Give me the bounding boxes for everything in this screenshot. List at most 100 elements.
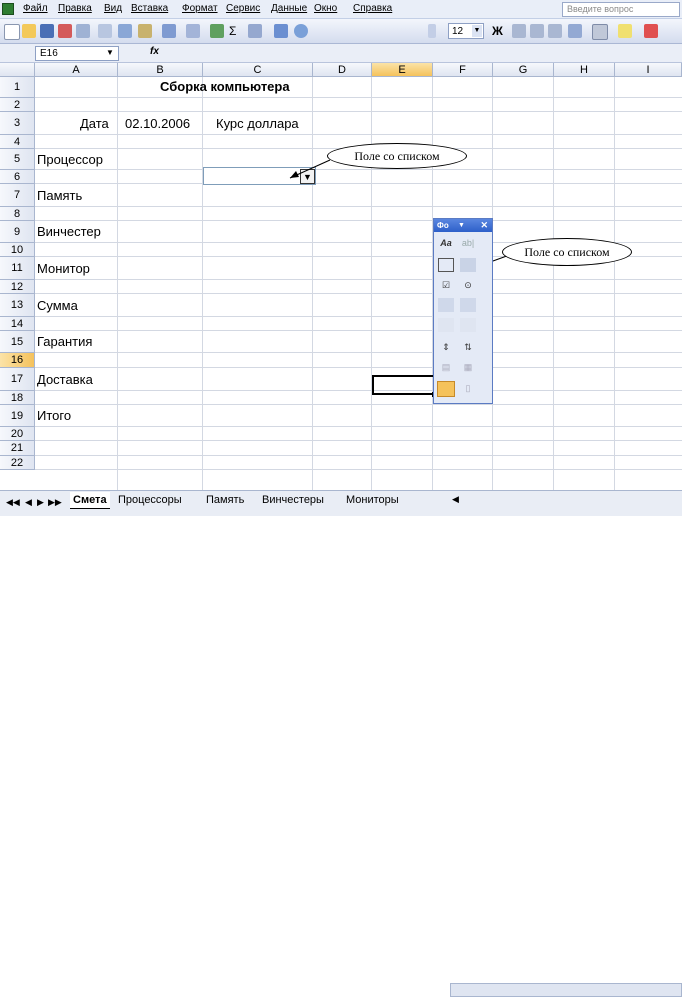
select-all-corner[interactable]: [0, 63, 35, 77]
align-left-icon[interactable]: [512, 24, 526, 38]
cell-a3-date-label[interactable]: Дата: [80, 116, 109, 131]
hyperlink-icon[interactable]: [210, 24, 224, 38]
cell-a13-sum[interactable]: Сумма: [37, 298, 78, 313]
borders-icon[interactable]: [592, 24, 608, 40]
row-header-16[interactable]: 16: [0, 353, 35, 368]
group-box-icon[interactable]: [438, 258, 454, 272]
print-preview-icon[interactable]: [98, 24, 112, 38]
save-icon[interactable]: [40, 24, 54, 38]
column-header-b[interactable]: B: [118, 63, 203, 77]
menu-tools[interactable]: Сервис: [226, 3, 260, 14]
print-icon[interactable]: [76, 24, 90, 38]
ask-question-input[interactable]: Введите вопрос: [562, 2, 680, 17]
cell-a7-memory[interactable]: Память: [37, 188, 82, 203]
align-center-icon[interactable]: [530, 24, 544, 38]
sheet-tab-hdds[interactable]: Винчестеры: [262, 492, 324, 508]
horizontal-scrollbar[interactable]: [450, 983, 682, 997]
prev-sheet-icon[interactable]: ◀: [25, 497, 32, 508]
sort-ascending-icon[interactable]: [248, 24, 262, 38]
toggle-grid-icon[interactable]: [437, 381, 455, 397]
row-header-13[interactable]: 13: [0, 294, 35, 317]
column-header-h[interactable]: H: [554, 63, 615, 77]
sheet-tab-processors[interactable]: Процессоры: [118, 492, 182, 508]
sheet-tab-smeta[interactable]: Смета: [70, 492, 110, 509]
format-painter-icon[interactable]: [162, 24, 176, 38]
row-header-6[interactable]: 6: [0, 170, 35, 184]
new-icon[interactable]: [4, 24, 20, 40]
button-control-icon[interactable]: [460, 258, 476, 272]
align-right-icon[interactable]: [548, 24, 562, 38]
menu-file[interactable]: Файл: [23, 3, 48, 14]
list-box-icon[interactable]: [438, 298, 454, 312]
font-size-select[interactable]: 12 ▼: [448, 23, 484, 39]
checkbox-icon[interactable]: ☑: [438, 278, 454, 292]
selected-cell-e16[interactable]: [372, 375, 435, 395]
row-header-3[interactable]: 3: [0, 112, 35, 135]
row-header-22[interactable]: 22: [0, 456, 35, 470]
menu-help[interactable]: Справка: [353, 3, 392, 14]
cell-b3-date-value[interactable]: 02.10.2006: [125, 116, 190, 131]
fx-icon[interactable]: fx: [150, 46, 159, 57]
chart-wizard-icon[interactable]: [274, 24, 288, 38]
row-header-14[interactable]: 14: [0, 317, 35, 331]
first-sheet-icon[interactable]: ◀◀: [6, 497, 20, 508]
row-header-12[interactable]: 12: [0, 280, 35, 294]
open-icon[interactable]: [22, 24, 36, 38]
cell-a5-processor[interactable]: Процессор: [37, 152, 103, 167]
cell-a9-hdd[interactable]: Винчестер: [37, 224, 101, 239]
menu-view[interactable]: Вид: [104, 3, 122, 14]
combo-box-icon[interactable]: [460, 298, 476, 312]
option-button-icon[interactable]: ⊙: [460, 278, 476, 292]
menu-data[interactable]: Данные: [271, 3, 307, 14]
row-header-20[interactable]: 20: [0, 427, 35, 441]
label-control-icon[interactable]: Aa: [438, 236, 454, 250]
row-header-18[interactable]: 18: [0, 391, 35, 405]
cell-a15-warranty[interactable]: Гарантия: [37, 334, 92, 349]
menu-window[interactable]: Окно: [314, 3, 337, 14]
cell-a11-monitor[interactable]: Монитор: [37, 261, 90, 276]
chevron-down-icon[interactable]: ▼: [472, 25, 482, 37]
undo-icon[interactable]: [186, 24, 200, 38]
spinner-icon[interactable]: ⇅: [460, 340, 476, 354]
column-header-c[interactable]: C: [203, 63, 313, 77]
research-icon[interactable]: [118, 24, 132, 38]
close-icon[interactable]: ✕: [480, 219, 488, 232]
cell-b1-title[interactable]: Сборка компьютера: [160, 79, 290, 94]
menu-insert[interactable]: Вставка: [131, 3, 168, 14]
font-color-icon[interactable]: [644, 24, 658, 38]
column-header-d[interactable]: D: [313, 63, 372, 77]
scroll-bar-icon[interactable]: ⇕: [438, 340, 454, 354]
column-header-i[interactable]: I: [615, 63, 682, 77]
excel-icon[interactable]: [2, 3, 14, 15]
row-header-15[interactable]: 15: [0, 331, 35, 353]
next-sheet-icon[interactable]: ▶: [37, 497, 44, 508]
column-header-e[interactable]: E: [372, 63, 433, 77]
chevron-down-icon[interactable]: ▼: [104, 47, 116, 59]
merge-center-icon[interactable]: [568, 24, 582, 38]
row-header-4[interactable]: 4: [0, 135, 35, 149]
sheet-tab-monitors[interactable]: Мониторы: [346, 492, 399, 508]
row-header-11[interactable]: 11: [0, 257, 35, 280]
paste-icon[interactable]: [138, 24, 152, 38]
permission-icon[interactable]: [58, 24, 72, 38]
chevron-down-icon[interactable]: ▼: [458, 219, 465, 232]
scroll-left-icon[interactable]: ◀: [452, 494, 459, 505]
fill-color-icon[interactable]: [618, 24, 632, 38]
cell-c3-rate-label[interactable]: Курс доллара: [216, 116, 299, 131]
bold-icon[interactable]: Ж: [492, 24, 506, 38]
last-sheet-icon[interactable]: ▶▶: [48, 497, 62, 508]
row-header-7[interactable]: 7: [0, 184, 35, 207]
autosum-icon[interactable]: Σ: [229, 24, 243, 38]
row-header-2[interactable]: 2: [0, 98, 35, 112]
sheet-tab-memory[interactable]: Память: [206, 492, 244, 508]
cell-a19-total[interactable]: Итого: [37, 408, 71, 423]
row-header-8[interactable]: 8: [0, 207, 35, 221]
column-header-f[interactable]: F: [433, 63, 493, 77]
menu-format[interactable]: Формат: [182, 3, 218, 14]
row-header-9[interactable]: 9: [0, 221, 35, 243]
cell-a17-delivery[interactable]: Доставка: [37, 372, 93, 387]
forms-toolbar-title[interactable]: Фо ▼ ✕: [434, 219, 492, 232]
row-header-10[interactable]: 10: [0, 243, 35, 257]
row-header-17[interactable]: 17: [0, 368, 35, 391]
column-header-g[interactable]: G: [493, 63, 554, 77]
